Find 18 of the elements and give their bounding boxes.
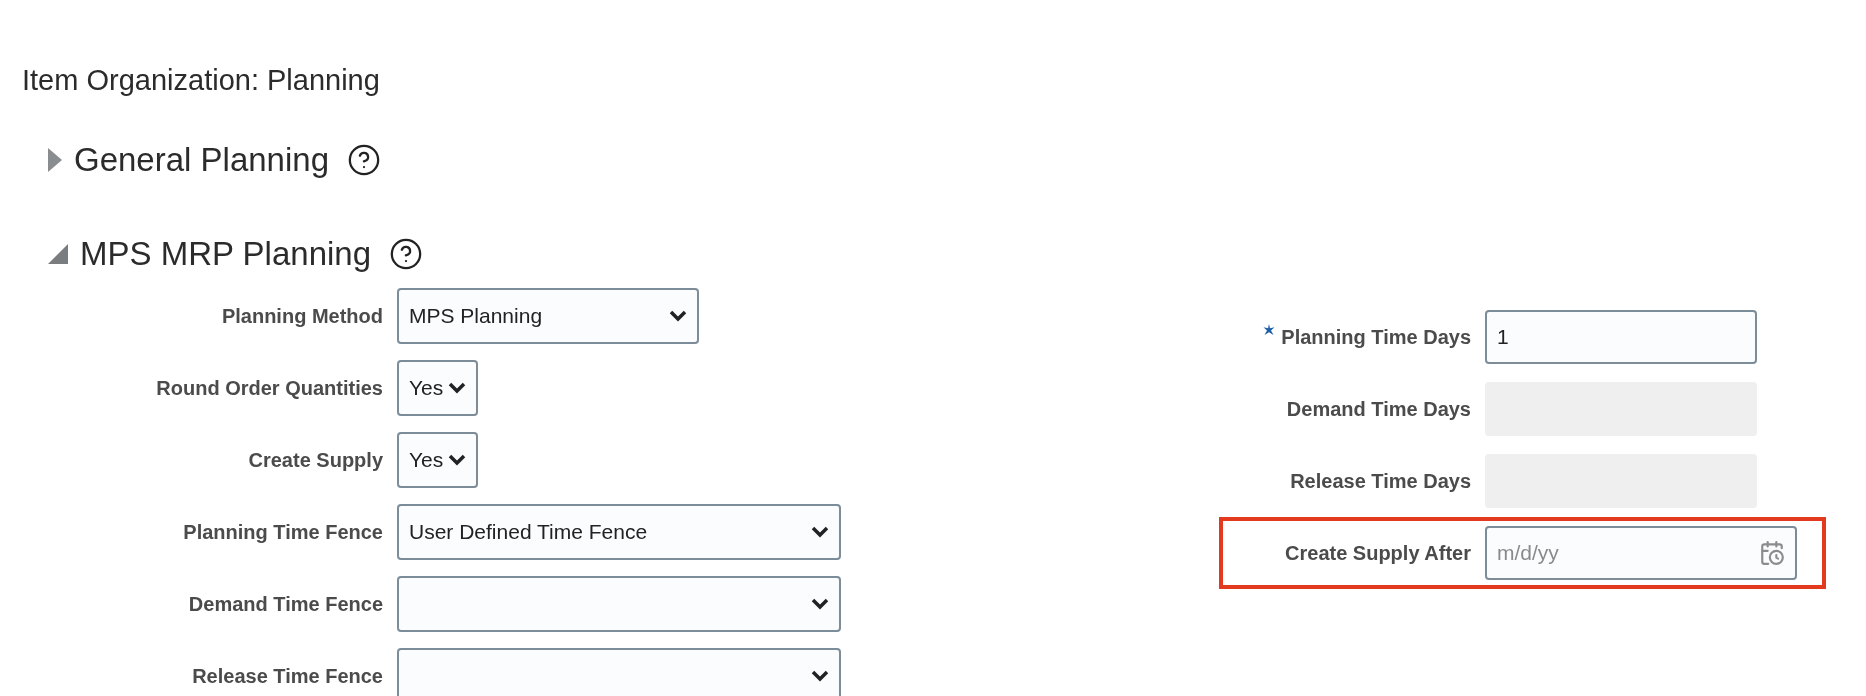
dropdown-field[interactable]: MPS Planning <box>397 288 699 344</box>
field-label: Release Time Days <box>1290 469 1471 493</box>
input-field[interactable]: 1 <box>1485 310 1757 364</box>
field-label: Create Supply <box>248 448 383 472</box>
field-label: Create Supply After <box>1285 541 1471 565</box>
section-title: MPS MRP Planning <box>80 235 372 273</box>
field-label: Release Time Fence <box>192 664 383 688</box>
dropdown-field[interactable]: User Defined Time Fence <box>397 504 841 560</box>
section-title: General Planning <box>74 141 329 179</box>
field-label: Demand Time Days <box>1286 397 1471 421</box>
dropdown-field[interactable]: Yes <box>397 360 478 416</box>
field-label: Planning Time Days <box>1281 325 1471 349</box>
page-title: Item Organization: Planning <box>22 63 381 98</box>
field-label: Demand Time Fence <box>188 592 383 616</box>
field-label: Planning Time Fence <box>183 520 383 544</box>
field-label: Round Order Quantities <box>156 376 383 400</box>
dropdown-field[interactable]: Yes <box>397 432 478 488</box>
field-label: Planning Method <box>221 304 383 328</box>
